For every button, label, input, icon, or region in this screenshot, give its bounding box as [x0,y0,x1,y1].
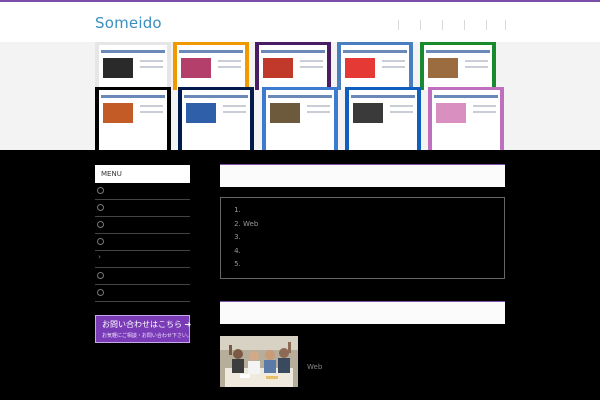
nav-separator [505,20,506,30]
circle-arrow-icon [97,272,104,279]
circle-arrow-icon [97,187,104,194]
sidebar-item[interactable] [95,285,190,302]
sidebar-item[interactable] [95,217,190,234]
site-thumb-1[interactable] [95,42,171,90]
ranked-list: Web [220,197,505,279]
circle-arrow-icon [97,289,104,296]
list-item[interactable]: Web [243,218,504,232]
team-photo[interactable] [220,336,298,387]
contact-button-label: お問い合わせはこちら ➔ [102,320,192,329]
site-thumb-4[interactable] [337,42,413,90]
site-thumb-7[interactable] [178,87,254,150]
contact-button-subtext: お気軽にご相談・お問い合わせ下さい。 [102,333,192,339]
site-header: Someido [0,2,600,42]
sidebar-item[interactable]: › [95,251,190,268]
site-thumb-9[interactable] [345,87,421,150]
nav-separator [420,20,421,30]
list-item[interactable] [243,245,504,259]
circle-arrow-icon [97,221,104,228]
site-thumb-2[interactable] [173,42,249,90]
site-thumb-5[interactable] [420,42,496,90]
portfolio-banner [0,42,600,150]
sidebar-item[interactable] [95,200,190,217]
site-logo[interactable]: Someido [95,14,162,32]
menu-title: MENU [95,165,190,183]
circle-arrow-icon [97,238,104,245]
sidebar-item[interactable] [95,183,190,200]
sidebar-menu: MENU › [95,165,190,302]
site-thumb-6[interactable] [95,87,171,150]
photo-caption: Web [307,363,323,371]
nav-separator [442,20,443,30]
list-item[interactable] [243,258,504,272]
chevron-right-icon: › [98,253,101,261]
sidebar-item[interactable] [95,268,190,285]
contact-button[interactable]: お問い合わせはこちら ➔ お気軽にご相談・お問い合わせ下さい。 [95,315,192,343]
nav-separator [486,20,487,30]
section-title-bar [220,164,505,187]
nav-separator [398,20,399,30]
list-item[interactable] [243,204,504,218]
site-thumb-8[interactable] [262,87,338,150]
site-thumb-10[interactable] [428,87,504,150]
list-item[interactable] [243,231,504,245]
sidebar-item[interactable] [95,234,190,251]
site-thumb-3[interactable] [255,42,331,90]
nav-separator [464,20,465,30]
circle-arrow-icon [97,204,104,211]
section-title-bar [220,301,505,324]
